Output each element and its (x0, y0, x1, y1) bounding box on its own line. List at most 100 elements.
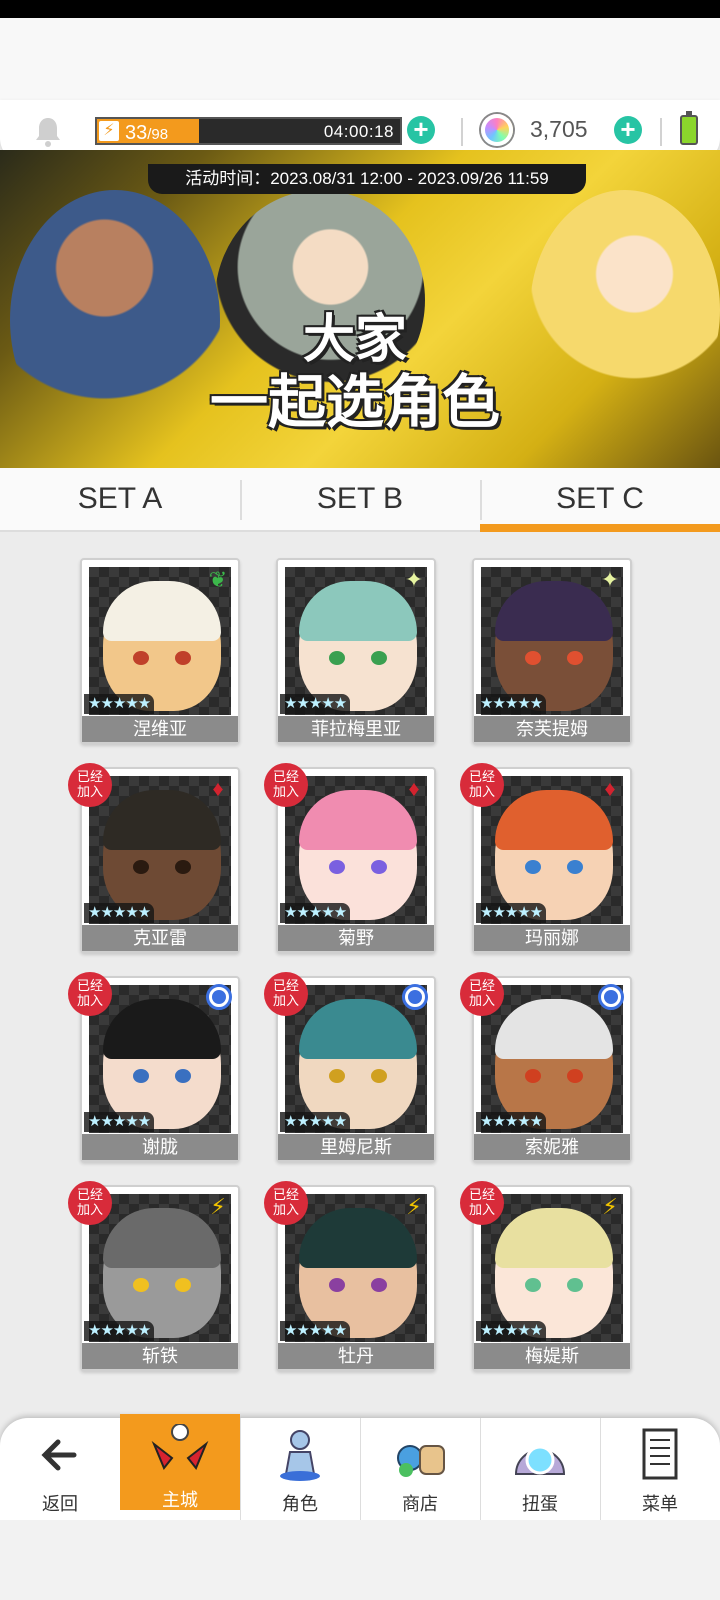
sparkle-icon: ✦ (404, 567, 424, 592)
character-name: 牡丹 (278, 1343, 434, 1369)
star-rating: ★★★★★ (84, 694, 155, 714)
nav-gacha[interactable]: 扭蛋 (480, 1418, 600, 1520)
nav-menu-label: 菜单 (642, 1494, 678, 1514)
nav-main-city-label: 主城 (162, 1490, 198, 1510)
character-eye (567, 860, 583, 874)
character-eye (371, 651, 387, 665)
character-eye (525, 1278, 541, 1292)
character-card[interactable]: ✦ ★★★★★ 奈芙提姆 (472, 558, 632, 744)
character-card[interactable]: ♦ ★★★★★ 玛丽娜 已经 加入 (460, 763, 632, 953)
joined-badge-line1: 已经 (468, 978, 495, 993)
joined-badge: 已经 加入 (264, 763, 308, 807)
joined-badge-line2: 加入 (76, 993, 103, 1008)
character-card[interactable]: ★★★★★ 索妮雅 已经 加入 (460, 972, 632, 1162)
tab-set-a[interactable]: SET A (0, 468, 240, 530)
character-card[interactable]: ⚡ ★★★★★ 牡丹 已经 加入 (264, 1181, 436, 1371)
character-hair (495, 999, 613, 1059)
character-card[interactable]: ⚡ ★★★★★ 斩铁 已经 加入 (68, 1181, 240, 1371)
joined-badge-line2: 加入 (468, 993, 495, 1008)
battery-icon (680, 111, 698, 145)
character-face (495, 1208, 613, 1338)
star-rating: ★★★★★ (84, 1112, 155, 1132)
character-eye (175, 1278, 191, 1292)
joined-badge-line1: 已经 (468, 1187, 495, 1202)
character-name: 菲拉梅里亚 (278, 716, 434, 742)
character-name: 索妮雅 (474, 1134, 630, 1160)
character-card[interactable]: ★★★★★ 里姆尼斯 已经 加入 (264, 972, 436, 1162)
energy-meter: ⚡ 33/98 04:00:18 (95, 117, 402, 145)
nav-shop[interactable]: 商店 (360, 1418, 480, 1520)
character-eye (525, 1069, 541, 1083)
character-grid: ❦ ★★★★★ 涅维亚 ✦ ★★★★★ 菲拉梅里亚 ✦ ★★★★★ 奈芙提姆 ♦ ★★★★★ 克亚雷已… (0, 532, 720, 1412)
add-energy-button[interactable]: + (407, 116, 435, 144)
character-name: 斩铁 (82, 1343, 238, 1369)
nav-menu[interactable]: 菜单 (600, 1418, 720, 1520)
joined-badge: 已经 加入 (68, 972, 112, 1016)
joined-badge-line1: 已经 (76, 1187, 103, 1202)
star-rating: ★★★★★ (476, 694, 547, 714)
star-rating: ★★★★★ (84, 1321, 155, 1341)
character-eye (133, 1278, 149, 1292)
joined-badge-line2: 加入 (272, 784, 299, 799)
character-card[interactable]: ♦ ★★★★★ 克亚雷 已经 加入 (68, 763, 240, 953)
joined-badge-line1: 已经 (272, 978, 299, 993)
character-eye (329, 860, 345, 874)
nav-shop-label: 商店 (402, 1494, 438, 1514)
nav-back[interactable]: 返回 (0, 1418, 120, 1520)
banner-character-bearded-man (10, 190, 220, 450)
character-eye (567, 1069, 583, 1083)
divider (660, 118, 662, 146)
water-orb-icon (206, 984, 232, 1010)
character-card[interactable]: ⚡ ★★★★★ 梅媞斯 已经 加入 (460, 1181, 632, 1371)
character-face (495, 790, 613, 920)
character-name: 奈芙提姆 (474, 716, 630, 742)
event-time: 活动时间：2023.08/31 12:00 - 2023.09/26 11:59 (148, 164, 586, 194)
character-face (103, 790, 221, 920)
add-gems-button[interactable]: + (614, 116, 642, 144)
joined-badge: 已经 加入 (460, 1181, 504, 1225)
character-eye (175, 651, 191, 665)
tab-set-c[interactable]: SET C (480, 468, 720, 532)
character-card[interactable]: ✦ ★★★★★ 菲拉梅里亚 (276, 558, 436, 744)
bell-icon[interactable] (30, 114, 66, 150)
character-face (299, 999, 417, 1129)
water-orb-icon (598, 984, 624, 1010)
star-rating: ★★★★★ (476, 1321, 547, 1341)
nav-main-city[interactable]: 主城 (120, 1414, 240, 1510)
star-rating: ★★★★★ (280, 1112, 351, 1132)
character-face (103, 1208, 221, 1338)
character-name: 里姆尼斯 (278, 1134, 434, 1160)
character-eye (371, 860, 387, 874)
character-card[interactable]: ♦ ★★★★★ 菊野 已经 加入 (264, 763, 436, 953)
joined-badge-line2: 加入 (272, 993, 299, 1008)
set-tabs: SET A SET B SET C (0, 468, 720, 532)
lightning-icon: ⚡ (406, 1194, 422, 1219)
joined-badge: 已经 加入 (68, 1181, 112, 1225)
joined-badge: 已经 加入 (460, 763, 504, 807)
banner-character-blonde-girl (530, 190, 720, 430)
gem-orb-icon (481, 114, 513, 146)
character-eye (525, 651, 541, 665)
diamond-icon: ♦ (604, 776, 616, 801)
joined-badge-line2: 加入 (76, 1202, 103, 1217)
nav-character[interactable]: 角色 (240, 1418, 360, 1520)
menu-list-icon (642, 1428, 678, 1480)
lightning-icon: ⚡ (602, 1194, 618, 1219)
character-card[interactable]: ❦ ★★★★★ 涅维亚 (80, 558, 240, 744)
character-hair (103, 999, 221, 1059)
joined-badge: 已经 加入 (264, 1181, 308, 1225)
character-name: 梅媞斯 (474, 1343, 630, 1369)
character-card[interactable]: ★★★★★ 谢胧 已经 加入 (68, 972, 240, 1162)
character-face (103, 581, 221, 711)
joined-badge-line2: 加入 (272, 1202, 299, 1217)
event-banner[interactable]: 活动时间：2023.08/31 12:00 - 2023.09/26 11:59… (0, 150, 720, 468)
character-eye (371, 1069, 387, 1083)
leaf-icon: ❦ (208, 567, 228, 592)
system-status-bar (0, 0, 720, 18)
character-face (495, 581, 613, 711)
star-rating: ★★★★★ (280, 1321, 351, 1341)
star-rating: ★★★★★ (476, 1112, 547, 1132)
bottom-navigation: 返回 主城 角色 商店 扭蛋 菜单 (0, 1414, 720, 1520)
character-eye (567, 651, 583, 665)
tab-set-b[interactable]: SET B (240, 468, 480, 530)
